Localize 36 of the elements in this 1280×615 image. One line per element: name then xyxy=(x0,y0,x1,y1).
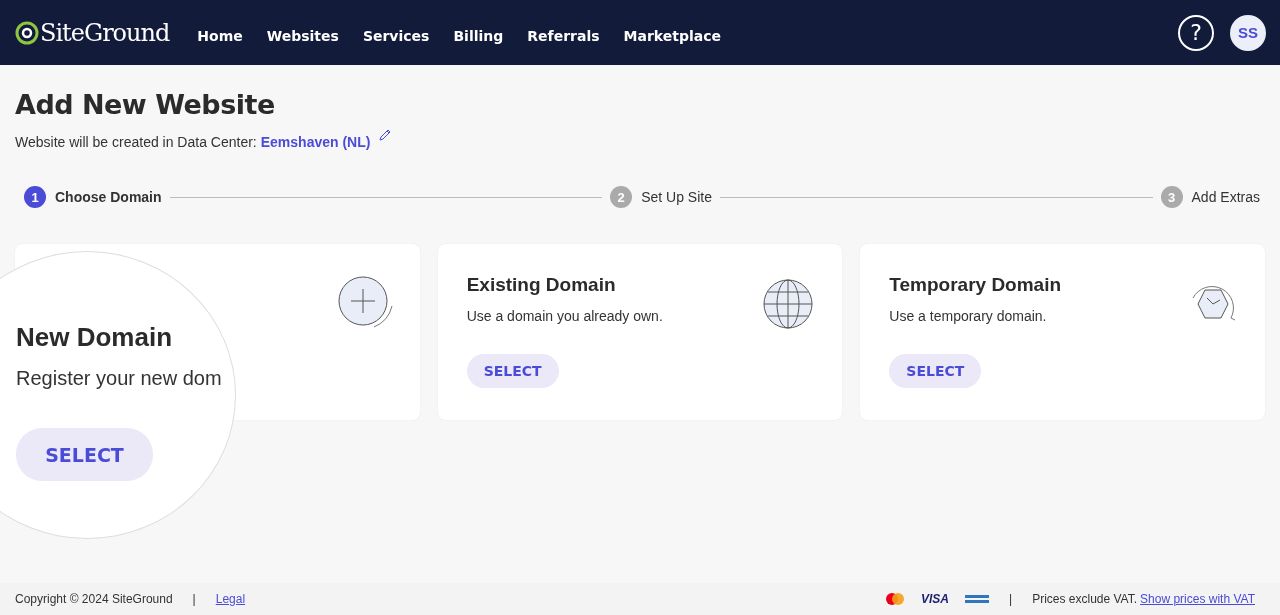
separator: | xyxy=(1009,592,1013,606)
pencil-icon xyxy=(378,128,393,142)
user-avatar[interactable]: SS xyxy=(1230,14,1266,51)
nav-link[interactable]: Home xyxy=(197,27,243,44)
data-center-link[interactable]: Eemshaven (NL) xyxy=(260,134,371,150)
vat-note: Prices exclude VAT. xyxy=(1032,592,1138,606)
legal-link[interactable]: Legal xyxy=(215,592,246,606)
card-title: Existing Domain xyxy=(466,274,617,296)
step-number: 2 xyxy=(610,186,633,208)
help-button[interactable]: ? xyxy=(1178,14,1214,51)
mastercard-icon xyxy=(885,592,905,606)
step-number: 3 xyxy=(1160,186,1183,208)
select-button[interactable]: SELECT xyxy=(16,428,153,481)
card-description: Register your new dom xyxy=(16,367,222,390)
step-label: Add Extras xyxy=(1191,189,1260,205)
card-title: New Domain xyxy=(16,322,173,353)
separator: | xyxy=(192,592,196,606)
step-label: Choose Domain xyxy=(55,189,162,205)
step-label: Set Up Site xyxy=(641,189,712,205)
data-center-note: Website will be created in Data Center: xyxy=(15,134,257,150)
select-button[interactable]: SELECT xyxy=(466,354,559,388)
copyright-text: Copyright © 2024 SiteGround xyxy=(15,592,173,606)
card-title: Temporary Domain xyxy=(889,274,1062,296)
nav-link[interactable]: Marketplace xyxy=(623,27,721,44)
step-number: 1 xyxy=(24,186,46,208)
nav-link[interactable]: Services xyxy=(362,27,430,44)
select-button[interactable]: SELECT xyxy=(889,354,982,388)
page-title: Add New Website xyxy=(15,89,276,120)
nav-link[interactable]: Websites xyxy=(266,27,339,44)
vat-link[interactable]: Show prices with VAT xyxy=(1140,592,1255,606)
logo-text: SiteGround xyxy=(40,18,170,47)
nav-link[interactable]: Billing xyxy=(453,27,504,44)
card-description: Use a domain you already own. xyxy=(466,308,663,324)
visa-logo: VISA xyxy=(921,592,949,606)
nav-link[interactable]: Referrals xyxy=(527,27,600,44)
card-description: Use a temporary domain. xyxy=(889,308,1048,324)
